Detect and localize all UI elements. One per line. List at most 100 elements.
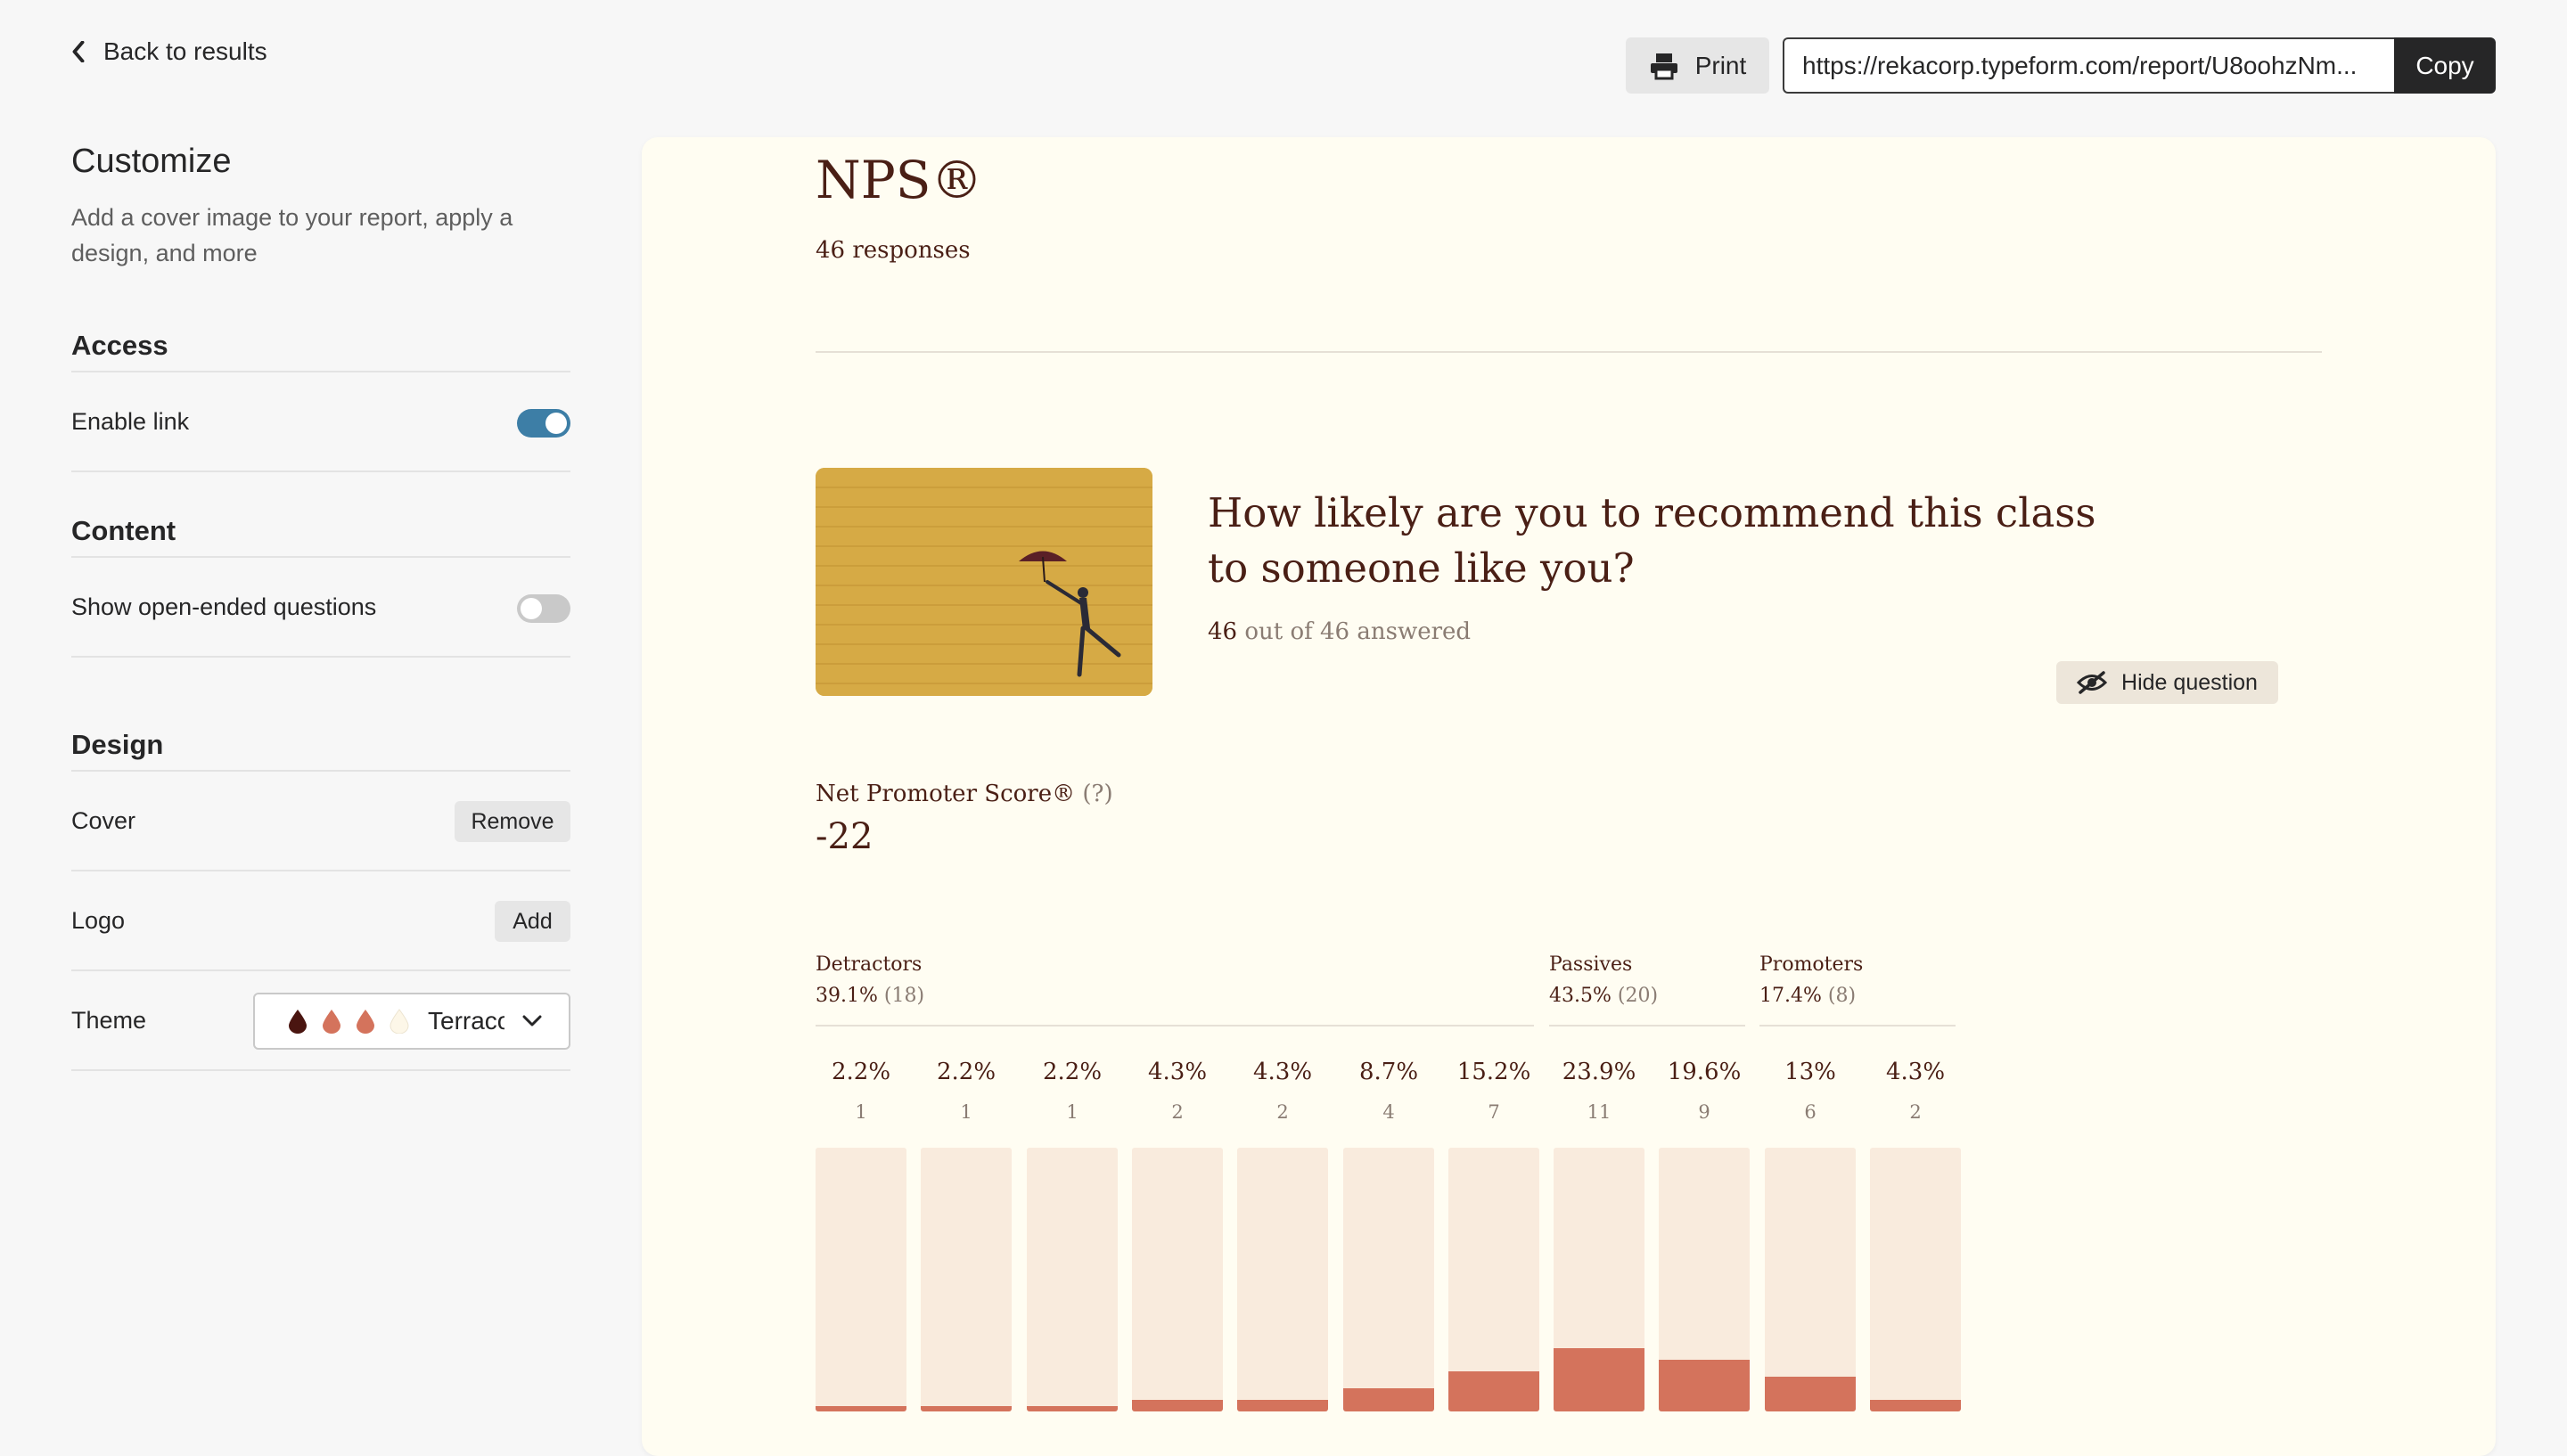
chevron-left-icon (72, 41, 85, 62)
report-url-value: https://rekacorp.typeform.com/report/U8o… (1802, 51, 2358, 79)
customize-description: Add a cover image to your report, apply … (71, 204, 513, 266)
bar-track (1870, 1148, 1961, 1411)
report-url-field[interactable]: https://rekacorp.typeform.com/report/U8o… (1783, 37, 2394, 94)
bar-track (1027, 1148, 1118, 1411)
printer-icon (1650, 53, 1677, 79)
group-detractors-label: Detractors (816, 953, 923, 976)
group-count: (8) (1827, 985, 1857, 1007)
add-logo-button[interactable]: Add (495, 901, 570, 942)
bar-track (921, 1148, 1012, 1411)
bar-track (1343, 1148, 1434, 1411)
responses-count: 46 responses (816, 237, 971, 264)
toggle-knob (521, 598, 542, 619)
divider (71, 371, 570, 372)
bar-percent-label: 4.3% (1885, 1059, 1946, 1085)
bar-fill (1554, 1348, 1644, 1411)
bar-percent-label: 13% (1784, 1059, 1836, 1085)
bar-fill (921, 1406, 1012, 1411)
nps-label-text: Net Promoter Score® (816, 781, 1076, 807)
bar-track (1132, 1148, 1223, 1411)
toggle-knob (545, 413, 567, 434)
group-promoters-stat: 17.4% (8) (1759, 985, 1856, 1007)
hide-question-button[interactable]: Hide question (2056, 661, 2278, 704)
bar-count-label: 9 (1698, 1101, 1710, 1123)
open-ended-label: Show open-ended questions (71, 593, 377, 620)
nps-help-link[interactable]: (?) (1082, 781, 1112, 807)
bar-fill (1343, 1388, 1434, 1411)
bar-fill (1870, 1400, 1961, 1411)
bar-count-label: 1 (1066, 1101, 1078, 1123)
bar-count-label: 4 (1382, 1101, 1395, 1123)
bar-fill (1659, 1360, 1750, 1411)
group-promoters-label: Promoters (1759, 953, 1864, 976)
access-heading: Access (71, 330, 168, 361)
group-divider (816, 1025, 1534, 1027)
design-heading: Design (71, 729, 164, 760)
group-passives-stat: 43.5% (20) (1549, 985, 1658, 1007)
back-to-results-link[interactable]: Back to results (70, 36, 267, 68)
bar-count-label: 2 (1276, 1101, 1289, 1123)
bar-fill (1132, 1400, 1223, 1411)
answered-label: out of 46 answered (1244, 618, 1472, 645)
print-button[interactable]: Print (1626, 37, 1769, 94)
report-title: NPS® (816, 150, 983, 210)
theme-value: Terracotta (428, 1007, 504, 1035)
content-heading: Content (71, 515, 176, 546)
bar-fill (1765, 1377, 1856, 1411)
group-passives-label: Passives (1549, 953, 1633, 976)
hide-question-label: Hide question (2121, 669, 2258, 695)
color-drop-icon (323, 1010, 340, 1034)
bar-track (1765, 1148, 1856, 1411)
bar-fill (816, 1406, 906, 1411)
bar-percent-label: 8.7% (1358, 1059, 1419, 1085)
group-divider (1549, 1025, 1745, 1027)
group-pct: 43.5% (1549, 985, 1612, 1007)
color-drop-icon (390, 1009, 409, 1034)
group-count: (18) (883, 985, 925, 1007)
question-text: How likely are you to recommend this cla… (1208, 489, 2096, 592)
copy-button[interactable]: Copy (2394, 37, 2496, 94)
divider (71, 470, 570, 472)
nps-label: Net Promoter Score® (?) (816, 781, 1113, 807)
bar-fill (1448, 1371, 1539, 1411)
bar-percent-label: 19.6% (1667, 1059, 1742, 1085)
group-divider (1759, 1025, 1956, 1027)
responses-number: 46 (816, 237, 846, 264)
bar-track (1448, 1148, 1539, 1411)
logo-label: Logo (71, 907, 126, 934)
bar-fill (1237, 1400, 1328, 1411)
divider (71, 870, 570, 871)
cover-image (816, 468, 1152, 696)
group-pct: 39.1% (816, 985, 878, 1007)
bar-track (816, 1148, 906, 1411)
chevron-down-icon (522, 1015, 542, 1027)
divider (71, 1069, 570, 1071)
enable-link-toggle[interactable] (517, 409, 570, 438)
bar-count-label: 1 (855, 1101, 867, 1123)
bar-count-label: 2 (1909, 1101, 1922, 1123)
bar-percent-label: 23.9% (1562, 1059, 1636, 1085)
answered-number: 46 (1208, 618, 1238, 645)
remove-cover-button[interactable]: Remove (455, 801, 570, 842)
group-count: (20) (1617, 985, 1659, 1007)
bar-percent-label: 2.2% (1042, 1059, 1103, 1085)
open-ended-toggle[interactable] (517, 594, 570, 623)
bar-percent-label: 2.2% (831, 1059, 891, 1085)
eye-slash-icon (2077, 671, 2108, 694)
bar-track (1659, 1148, 1750, 1411)
group-pct: 17.4% (1759, 985, 1822, 1007)
bar-count-label: 2 (1171, 1101, 1184, 1123)
answered-count: 46 out of 46 answered (1208, 618, 1471, 645)
bar-percent-label: 4.3% (1147, 1059, 1208, 1085)
bar-count-label: 11 (1587, 1101, 1612, 1123)
bar-count-label: 1 (960, 1101, 972, 1123)
divider (71, 969, 570, 971)
theme-select[interactable]: Terracotta (253, 993, 570, 1050)
customize-title: Customize (71, 143, 232, 180)
bar-count-label: 7 (1488, 1101, 1500, 1123)
color-drop-icon (289, 1010, 307, 1034)
theme-label: Theme (71, 1007, 147, 1034)
bar-percent-label: 15.2% (1456, 1059, 1531, 1085)
bar-track (1554, 1148, 1644, 1411)
responses-label: responses (852, 237, 971, 264)
